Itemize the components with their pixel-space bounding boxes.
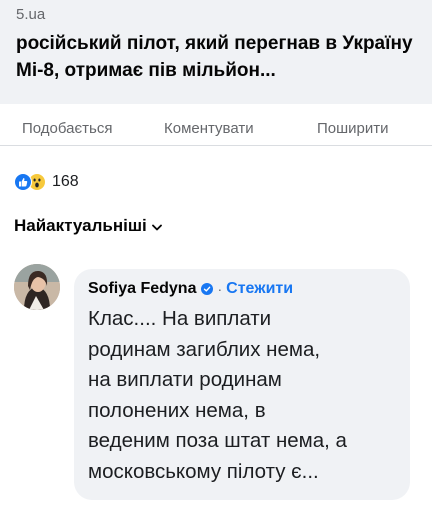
comment-sort-dropdown[interactable]: Найактуальніші	[14, 216, 162, 236]
comment-text: Клас.... На виплати родинам загиблих нем…	[88, 307, 347, 483]
link-preview-card[interactable]: 5.ua російський пілот, який перегнав в У…	[0, 0, 432, 104]
sort-label: Найактуальніші	[14, 216, 147, 235]
reaction-count: 168	[52, 173, 79, 190]
chevron-down-icon	[151, 218, 162, 236]
link-domain: 5.ua	[16, 6, 46, 23]
follow-button[interactable]: Стежити	[226, 280, 293, 298]
verified-badge-icon	[201, 283, 214, 295]
separator-dot: ·	[217, 281, 223, 297]
avatar[interactable]	[14, 264, 60, 310]
like-icon	[14, 173, 32, 191]
comment-header: Sofiya Fedyna · Стежити	[88, 278, 396, 300]
comment-button[interactable]: Коментувати	[164, 120, 254, 137]
link-title[interactable]: російський пілот, який перегнав в Україн…	[16, 30, 420, 84]
comment-bubble: Sofiya Fedyna · Стежити Клас.... На випл…	[74, 269, 410, 500]
share-button[interactable]: Поширити	[317, 120, 389, 137]
like-button[interactable]: Подобається	[22, 120, 112, 137]
post-action-bar: Подобається Коментувати Поширити	[0, 110, 432, 146]
reactions-summary[interactable]: 168	[14, 170, 79, 194]
comment-author[interactable]: Sofiya Fedyna	[88, 280, 196, 298]
